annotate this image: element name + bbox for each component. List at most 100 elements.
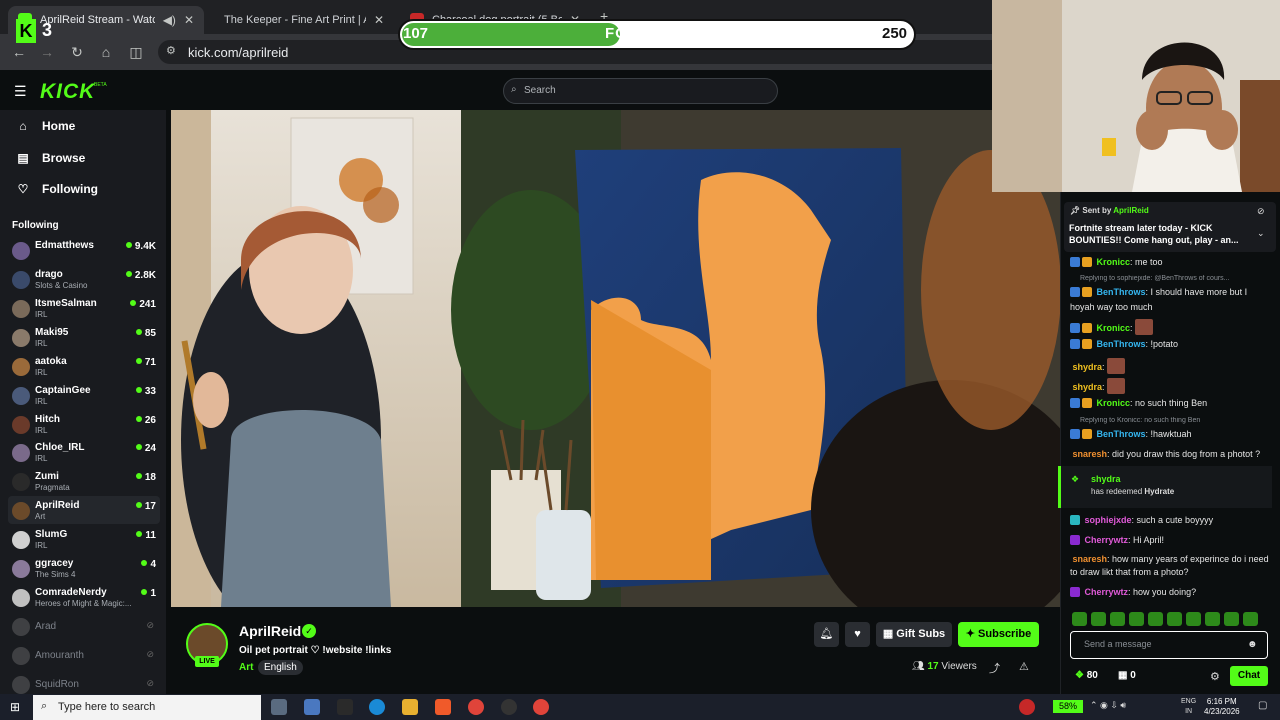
record-icon[interactable] — [1019, 699, 1035, 715]
forward-icon[interactable]: → — [38, 43, 56, 61]
chat-username[interactable]: Cherrywtz — [1085, 535, 1129, 545]
chat-username[interactable]: Kronicc — [1097, 398, 1131, 408]
unpin-icon[interactable]: ⊘ — [1257, 206, 1265, 217]
system-tray-icons[interactable]: ⌃ ◉ ⇩ 🔊︎ — [1090, 700, 1126, 711]
emote-icon[interactable] — [1186, 612, 1201, 626]
share-icon[interactable]: ⤴ — [989, 660, 1000, 676]
chat-message[interactable]: shydra: — [1070, 358, 1270, 374]
nav-home[interactable]: ⌂ Home — [16, 119, 75, 133]
brave-icon[interactable] — [435, 699, 451, 715]
mute-icon[interactable]: ◀) — [163, 13, 176, 27]
reload-icon[interactable]: ↻ — [68, 43, 86, 61]
gifts-count[interactable]: ▦ 0 — [1118, 670, 1136, 681]
emote-icon[interactable] — [1148, 612, 1163, 626]
sidebar-channel[interactable]: ComradeNerdy Heroes of Might & Magic:... 1 — [8, 583, 160, 611]
sidebar-channel[interactable]: Chloe_IRL IRL 24 — [8, 438, 160, 466]
emote-icon[interactable] — [1205, 612, 1220, 626]
emote-icon[interactable] — [1072, 612, 1087, 626]
sidebar-channel[interactable]: Zumi Pragmata 18 — [8, 467, 160, 495]
follow-button[interactable]: ♥ — [845, 622, 870, 647]
chat-message[interactable]: Kronicc: — [1070, 319, 1270, 337]
sidebar-channel-offline[interactable]: Arad ⊘ — [8, 612, 160, 640]
file-explorer-icon[interactable] — [402, 699, 418, 715]
chat-username[interactable]: BenThrows — [1097, 429, 1146, 439]
chat-message[interactable]: BenThrows: I should have more but I hoya… — [1070, 286, 1270, 314]
chat-message[interactable]: shydra: — [1070, 378, 1270, 394]
chrome-icon[interactable] — [533, 699, 549, 715]
chat-send-button[interactable]: Chat — [1230, 666, 1268, 686]
back-icon[interactable]: ← — [10, 43, 28, 61]
emote-icon[interactable] — [1243, 612, 1258, 626]
channel-points[interactable]: ❖ 80 — [1075, 670, 1098, 681]
chat-reply-context[interactable]: Replying to sophiejxde: @BenThrows of co… — [1080, 275, 1270, 282]
chat-message[interactable]: Kronicc: me too — [1070, 256, 1270, 271]
chat-message[interactable]: Cherrywtz: how you doing? — [1070, 586, 1270, 601]
emoji-icon[interactable]: ☻ — [1247, 639, 1258, 650]
chat-username[interactable]: snaresh — [1073, 449, 1108, 459]
nav-browse[interactable]: ▤ Browse — [16, 151, 85, 165]
chat-message[interactable]: snaresh: how many years of experince do … — [1070, 553, 1270, 579]
chat-message[interactable]: Kronicc: no such thing Ben — [1070, 397, 1270, 412]
obs-icon[interactable] — [501, 699, 517, 715]
split-view-icon[interactable]: ◫ — [127, 43, 145, 61]
subscribe-button[interactable]: ✦ Subscribe — [958, 622, 1039, 647]
notification-bell-button[interactable]: 🔔︎ — [814, 622, 839, 647]
chat-username[interactable]: Cherrywtz — [1085, 587, 1129, 597]
emote-icon[interactable] — [1129, 612, 1144, 626]
site-info-icon[interactable]: ⚙ — [166, 44, 176, 57]
terminal-icon[interactable] — [337, 699, 353, 715]
chrome-icon[interactable] — [468, 699, 484, 715]
sidebar-channel[interactable]: SlumG IRL 11 — [8, 525, 160, 553]
chat-message[interactable]: Cherrywtz: Hi April! — [1070, 534, 1270, 549]
calculator-icon[interactable] — [304, 699, 320, 715]
windows-start-icon[interactable]: ⊞ — [10, 700, 20, 714]
sidebar-channel[interactable]: Maki95 IRL 85 — [8, 323, 160, 351]
chat-message[interactable]: snaresh: did you draw this dog from a ph… — [1070, 448, 1270, 461]
taskbar-clock[interactable]: 6:16 PM 4/23/2026 — [1204, 697, 1240, 717]
nav-following[interactable]: ♡ Following — [16, 182, 98, 196]
streamer-name[interactable]: AprilReid — [239, 623, 301, 639]
stream-category[interactable]: Art — [239, 662, 253, 673]
sidebar-channel[interactable]: CaptainGee IRL 33 — [8, 381, 160, 409]
chat-username[interactable]: BenThrows — [1097, 339, 1146, 349]
menu-icon[interactable]: ☰ — [14, 83, 27, 100]
sidebar-channel-offline[interactable]: Amouranth ⊘ — [8, 641, 160, 669]
chat-username[interactable]: Kronicc — [1097, 257, 1131, 267]
emote-icon[interactable] — [1224, 612, 1239, 626]
emote-icon[interactable] — [1167, 612, 1182, 626]
chat-username[interactable]: snaresh — [1073, 554, 1108, 564]
chat-username[interactable]: BenThrows — [1097, 287, 1146, 297]
emote-icon[interactable] — [1110, 612, 1125, 626]
home-icon[interactable]: ⌂ — [97, 43, 115, 61]
chat-username[interactable]: sophiejxde — [1085, 515, 1132, 525]
sidebar-channel[interactable]: drago Slots & Casino 2.8K — [8, 265, 160, 293]
task-view-icon[interactable] — [271, 699, 287, 715]
sidebar-channel[interactable]: Hitch IRL 26 — [8, 410, 160, 438]
video-player[interactable] — [171, 110, 1060, 607]
close-tab-icon[interactable]: ✕ — [184, 13, 194, 27]
chat-message[interactable]: BenThrows: !hawktuah — [1070, 428, 1270, 443]
chat-settings-icon[interactable]: ⚙ — [1210, 670, 1220, 683]
edge-icon[interactable] — [369, 699, 385, 715]
chat-message[interactable]: sophiejxde: such a cute boyyyy — [1070, 514, 1270, 529]
report-icon[interactable]: ⚠ — [1019, 660, 1029, 673]
kick-logo[interactable]: KICK — [40, 80, 95, 104]
chat-message[interactable]: BenThrows: !potato — [1070, 338, 1270, 353]
sidebar-channel[interactable]: ggracey The Sims 4 4 — [8, 554, 160, 582]
emote-icon[interactable] — [1091, 612, 1106, 626]
language-tag[interactable]: English — [258, 660, 303, 675]
chat-username[interactable]: shydra — [1073, 362, 1103, 372]
chat-username[interactable]: shydra — [1073, 382, 1103, 392]
sidebar-channel[interactable]: Edmatthews 9.4K — [8, 236, 160, 264]
url-text[interactable]: kick.com/aprilreid — [188, 45, 288, 60]
browser-tab-active[interactable]: AprilReid Stream - Watch Live on ◀) ✕ — [8, 6, 204, 34]
browser-tab[interactable]: The Keeper - Fine Art Print | April Reid… — [214, 6, 394, 34]
chat-reply-context[interactable]: Replying to Kronicc: no such thing Ben — [1080, 417, 1270, 424]
input-language[interactable]: ENG IN — [1181, 697, 1196, 717]
sidebar-channel[interactable]: ItsmeSalman IRL 241 — [8, 294, 160, 322]
sidebar-channel[interactable]: AprilReid Art 17 — [8, 496, 160, 524]
chat-username[interactable]: Kronicc — [1097, 323, 1131, 333]
gift-subs-button[interactable]: ▦ Gift Subs — [876, 622, 952, 647]
close-tab-icon[interactable]: ✕ — [374, 13, 384, 27]
notification-icon[interactable]: ▢ — [1258, 700, 1267, 711]
